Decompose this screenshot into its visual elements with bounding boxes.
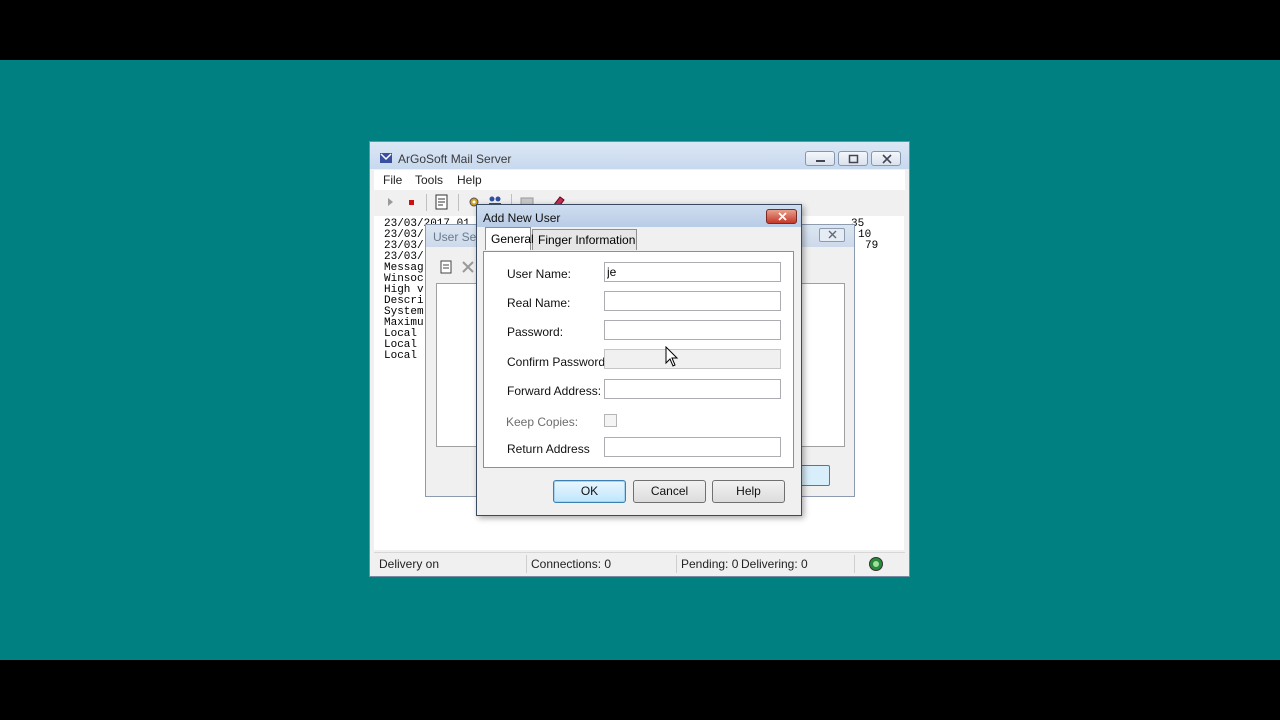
new-user-icon[interactable] <box>434 194 450 210</box>
keep-copies-checkbox[interactable] <box>604 414 617 427</box>
status-delivering: Delivering: 0 <box>741 557 808 571</box>
status-separator <box>676 555 677 573</box>
status-separator <box>854 555 855 573</box>
dialog-close-button[interactable] <box>766 209 797 224</box>
status-connections: Connections: 0 <box>531 557 612 571</box>
close-icon <box>882 154 892 164</box>
add-new-user-dialog: Add New User General Finger Information … <box>476 204 802 516</box>
log-line: Local <box>384 350 418 362</box>
minimize-button[interactable] <box>805 151 835 166</box>
maximize-button[interactable] <box>838 151 868 166</box>
close-icon <box>778 212 787 221</box>
real-name-label: Real Name: <box>507 296 571 310</box>
dialog-title-bar[interactable]: Add New User <box>477 205 801 227</box>
return-address-label: Return Address <box>507 442 590 456</box>
real-name-input[interactable] <box>604 291 781 311</box>
user-setup-close-button[interactable] <box>819 228 845 242</box>
tab-finger-information[interactable]: Finger Information <box>532 229 637 250</box>
help-button[interactable]: Help <box>712 480 785 503</box>
keep-copies-label: Keep Copies: <box>506 415 579 429</box>
toolbar-separator <box>426 194 427 211</box>
menu-file[interactable]: File <box>383 173 402 187</box>
user-name-input[interactable] <box>604 262 781 282</box>
confirm-password-label: Confirm Password: <box>507 355 609 369</box>
password-input[interactable] <box>604 320 781 340</box>
confirm-password-input[interactable] <box>604 349 781 369</box>
main-window-title: ArGoSoft Mail Server <box>398 152 512 166</box>
status-pending: Pending: 0 <box>681 557 739 571</box>
tab-general[interactable]: General <box>485 227 534 250</box>
return-address-input[interactable] <box>604 437 781 457</box>
status-bar: Delivery on Connections: 0 Pending: 0 De… <box>374 552 905 575</box>
maximize-icon <box>848 154 859 164</box>
menu-help[interactable]: Help <box>457 173 482 187</box>
stop-icon[interactable] <box>404 194 420 210</box>
menu-tools[interactable]: Tools <box>415 173 443 187</box>
forward-address-input[interactable] <box>604 379 781 399</box>
cancel-button[interactable]: Cancel <box>633 480 706 503</box>
mouse-cursor-icon <box>665 346 679 367</box>
delete-icon[interactable] <box>460 259 476 275</box>
forward-address-label: Forward Address: <box>507 384 602 398</box>
user-name-label: User Name: <box>507 267 572 281</box>
toolbar-separator <box>458 194 459 211</box>
status-delivery: Delivery on <box>379 557 440 571</box>
add-icon[interactable] <box>438 259 454 275</box>
menu-bar: File Tools Help <box>374 170 905 190</box>
log-fragment: 79 <box>865 240 879 252</box>
minimize-icon <box>816 160 825 162</box>
play-icon[interactable] <box>383 194 399 210</box>
password-label: Password: <box>507 325 564 339</box>
dialog-title: Add New User <box>483 211 561 225</box>
status-separator <box>526 555 527 573</box>
general-tab-panel: User Name: Real Name: Password: Confirm … <box>483 251 794 468</box>
close-icon <box>828 230 837 239</box>
app-icon <box>380 153 392 163</box>
ok-button[interactable]: OK <box>553 480 626 503</box>
main-title-bar[interactable]: ArGoSoft Mail Server <box>370 142 909 169</box>
close-main-button[interactable] <box>871 151 901 166</box>
network-status-icon <box>869 557 883 571</box>
